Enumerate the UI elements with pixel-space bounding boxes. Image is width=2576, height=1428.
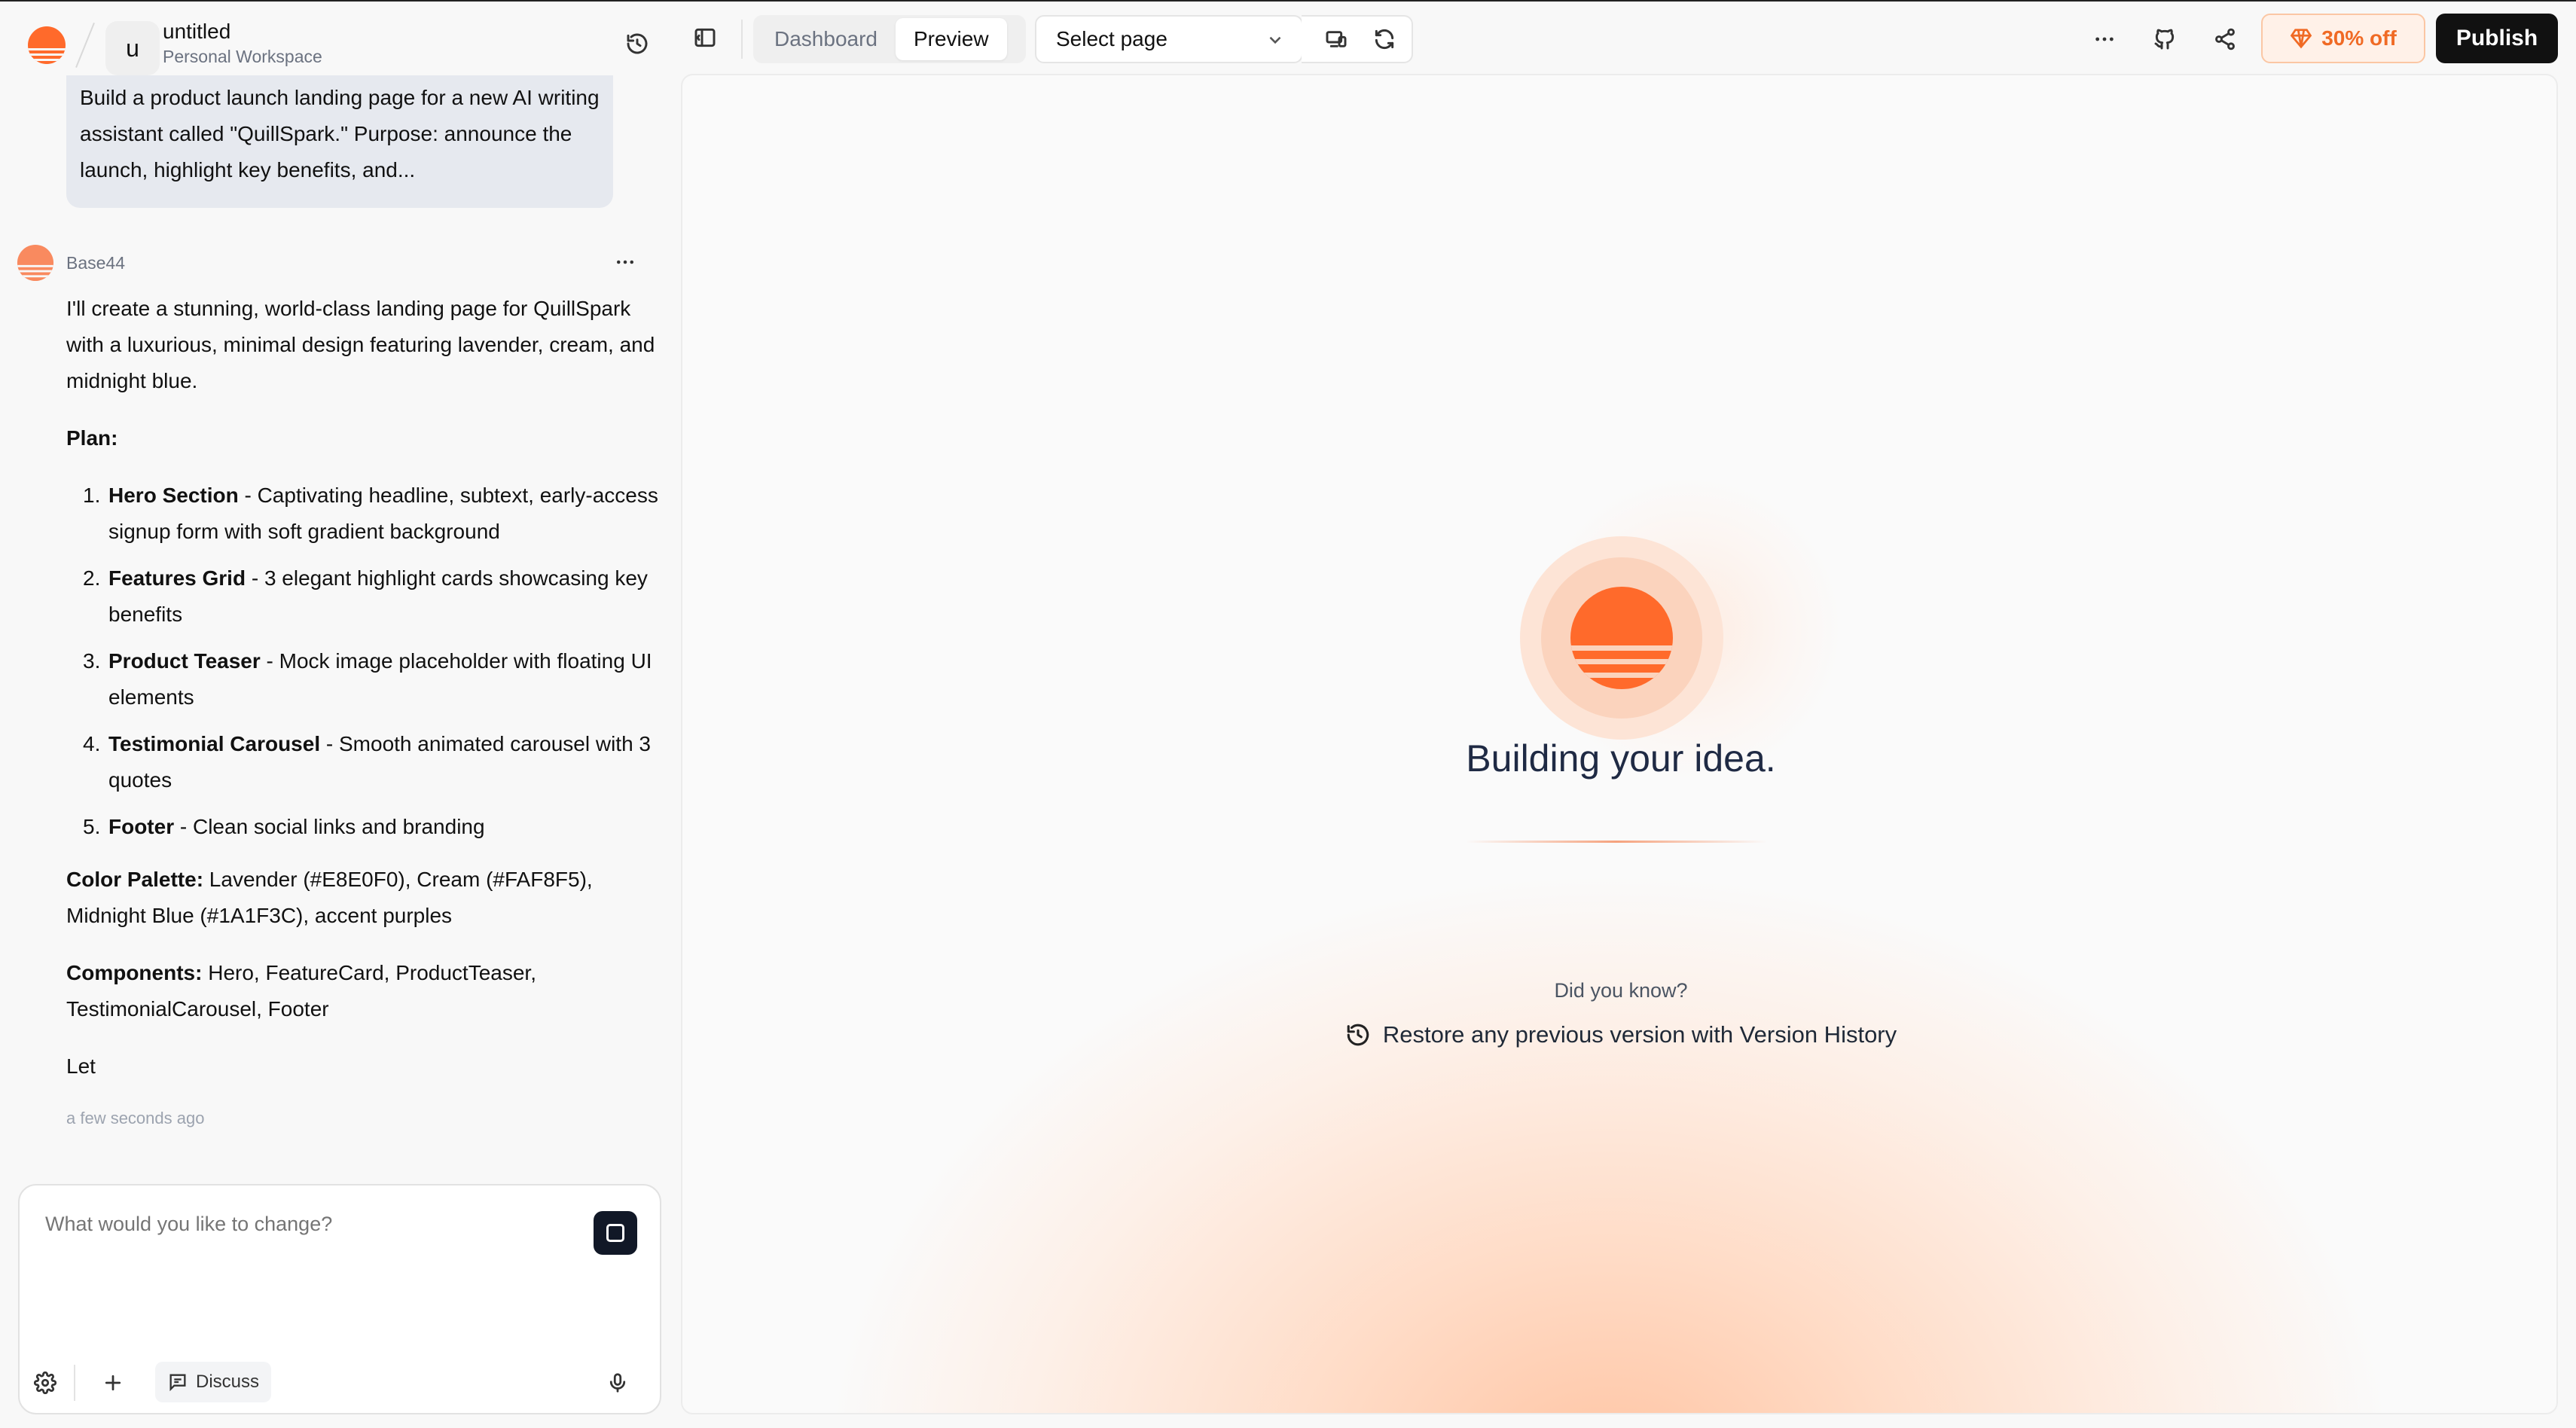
color-palette: Color Palette: Lavender (#E8E0F0), Cream… xyxy=(66,862,661,934)
sidebar-toggle-button[interactable] xyxy=(682,15,728,60)
refresh-icon xyxy=(1375,29,1394,50)
stop-icon xyxy=(606,1224,624,1242)
history-button[interactable] xyxy=(615,21,660,66)
more-icon xyxy=(617,260,633,264)
message-intro: I'll create a stunning, world-class land… xyxy=(66,297,655,392)
add-attachment-button[interactable] xyxy=(95,1365,131,1401)
top-bar: u untitled Personal Workspace Dashboard … xyxy=(0,0,2576,75)
tip-text: Restore any previous version with Versio… xyxy=(1382,1021,1897,1048)
github-icon xyxy=(2154,29,2175,50)
device-toggle-button[interactable] xyxy=(1314,17,1359,62)
plan-item-title: Footer xyxy=(108,815,175,838)
tab-preview[interactable]: Preview xyxy=(895,18,1007,60)
message-partial: Let xyxy=(66,1054,96,1078)
mic-icon xyxy=(609,1373,626,1393)
plan-item-title: Product Teaser xyxy=(108,649,261,673)
history-icon xyxy=(627,33,648,54)
discuss-button[interactable]: Discuss xyxy=(155,1362,272,1402)
breadcrumb-divider xyxy=(75,22,95,69)
more-options-button[interactable] xyxy=(2082,17,2127,62)
history-icon xyxy=(1347,1024,1369,1046)
plan-item: 5. Footer - Clean social links and brandi… xyxy=(66,809,661,845)
plan-item-number: 4. xyxy=(83,732,101,755)
plus-icon xyxy=(105,1375,121,1391)
more-icon xyxy=(2095,37,2114,41)
discuss-label: Discuss xyxy=(196,1372,260,1392)
loader-logo xyxy=(1520,536,1723,740)
chevron-down-icon xyxy=(1265,30,1285,50)
plan-list: 1. Hero Section - Captivating headline, s… xyxy=(66,478,661,845)
preview-panel: Building your idea. Did you know? Restor… xyxy=(681,74,2558,1414)
assistant-header: Base44 xyxy=(17,244,125,282)
voice-input-button[interactable] xyxy=(600,1365,636,1401)
discount-label: 30% off xyxy=(2321,26,2397,50)
refresh-button[interactable] xyxy=(1362,17,1407,62)
composer: Discuss xyxy=(18,1184,661,1414)
gem-icon xyxy=(2290,29,2312,49)
assistant-avatar-icon xyxy=(17,244,54,282)
view-tabs: Dashboard Preview xyxy=(753,15,1026,63)
workspace-name: Personal Workspace xyxy=(163,47,322,66)
sidebar-toggle-icon xyxy=(694,28,716,47)
tab-dashboard[interactable]: Dashboard xyxy=(756,18,896,60)
components-label: Components: xyxy=(66,961,203,984)
device-icon xyxy=(1326,31,1347,47)
assistant-name: Base44 xyxy=(66,252,126,273)
logo-icon[interactable] xyxy=(27,26,66,65)
plan-item-number: 1. xyxy=(83,484,101,507)
plan-item: 3. Product Teaser - Mock image placeholde… xyxy=(66,643,661,716)
composer-input[interactable] xyxy=(45,1213,572,1236)
plan-item-desc: - Clean social links and branding xyxy=(174,815,485,838)
share-icon xyxy=(2215,28,2235,50)
message-more-button[interactable] xyxy=(609,247,642,277)
plan-item: 4. Testimonial Carousel - Smooth animated… xyxy=(66,726,661,798)
plan-item-number: 5. xyxy=(83,815,101,838)
loader-ring xyxy=(1541,557,1702,719)
plan-heading: Plan: xyxy=(66,426,118,450)
composer-divider xyxy=(74,1365,75,1401)
discount-button[interactable]: 30% off xyxy=(2261,14,2425,63)
plan-item-number: 2. xyxy=(83,566,101,590)
chat-panel: Build a product launch landing page for … xyxy=(0,75,670,1428)
project-title[interactable]: untitled xyxy=(163,20,230,44)
progress-line xyxy=(1466,841,1767,843)
share-button[interactable] xyxy=(2202,17,2248,62)
page-select-dropdown[interactable]: Select page xyxy=(1035,15,1303,63)
plan-item-title: Hero Section xyxy=(108,484,239,507)
build-status: Building your idea. xyxy=(1466,737,1776,780)
workspace-avatar[interactable]: u xyxy=(105,21,160,75)
tip: Restore any previous version with Versio… xyxy=(682,1021,2556,1048)
settings-button[interactable] xyxy=(27,1365,63,1401)
logo-icon xyxy=(1570,587,1673,689)
plan-item: 2. Features Grid - 3 elegant highlight ca… xyxy=(66,560,661,633)
plan-item-title: Features Grid xyxy=(108,566,246,590)
user-message: Build a product launch landing page for … xyxy=(66,75,613,208)
chat-icon xyxy=(169,1374,186,1392)
plan-item-title: Testimonial Carousel xyxy=(108,732,321,755)
did-you-know-label: Did you know? xyxy=(1554,979,1688,1002)
toolbar-divider xyxy=(741,20,743,59)
plan-item-number: 3. xyxy=(83,649,101,673)
components: Components: Hero, FeatureCard, ProductTe… xyxy=(66,955,661,1027)
page-select-label: Select page xyxy=(1056,27,1167,50)
plan-item: 1. Hero Section - Captivating headline, s… xyxy=(66,478,661,550)
github-button[interactable] xyxy=(2142,17,2187,62)
settings-icon xyxy=(34,1372,56,1394)
stop-button[interactable] xyxy=(594,1211,637,1255)
publish-button[interactable]: Publish xyxy=(2436,14,2558,63)
color-palette-label: Color Palette: xyxy=(66,868,204,891)
assistant-message: I'll create a stunning, world-class land… xyxy=(66,291,661,1106)
message-timestamp: a few seconds ago xyxy=(66,1109,205,1127)
